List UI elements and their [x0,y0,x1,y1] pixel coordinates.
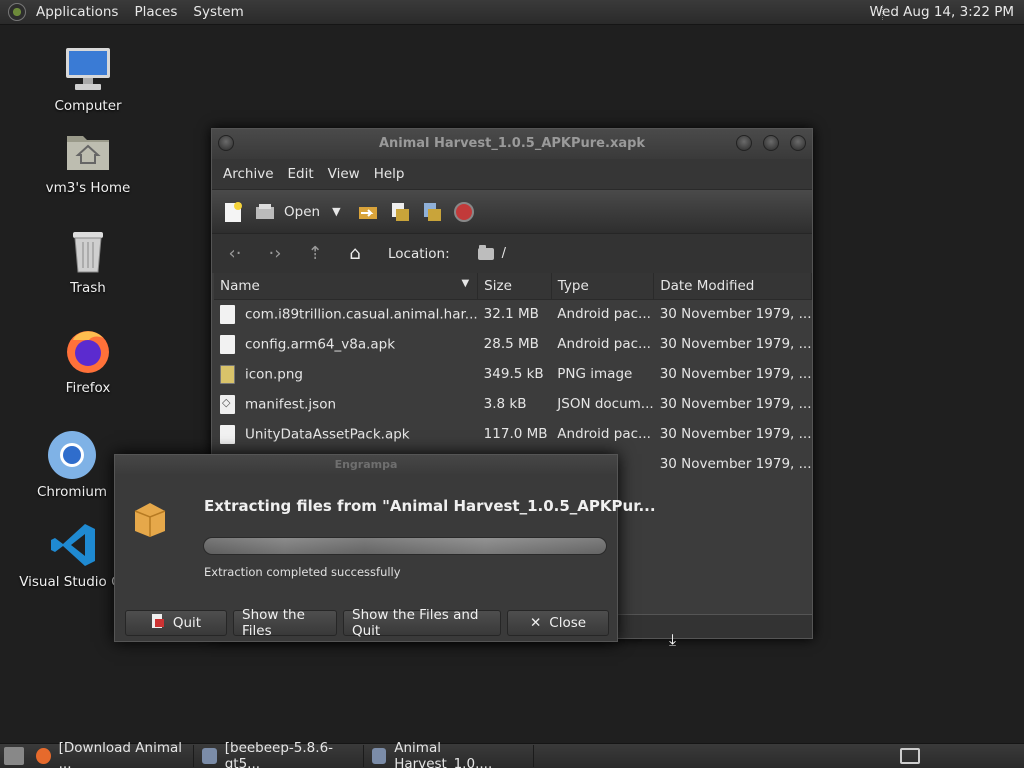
menu-view[interactable]: View [321,166,367,182]
table-row[interactable]: config.arm64_v8a.apk 28.5 MB Android pac… [214,329,812,359]
json-file-icon [220,394,235,414]
package-box-icon [133,499,167,537]
task-animal-harvest[interactable]: Animal Harvest_1.0.... [366,740,534,768]
desktop-icon-label: Computer [54,98,122,114]
quit-icon [151,613,165,633]
image-file-icon [220,364,235,384]
menu-system[interactable]: System [185,4,251,20]
chevron-down-icon[interactable]: ▼ [332,205,340,218]
desktop-icon-home[interactable]: vm3's Home [33,126,143,196]
close-icon: ✕ [529,615,542,631]
column-size[interactable]: Size [477,273,552,300]
table-row[interactable]: manifest.json 3.8 kB JSON docum... 30 No… [214,389,812,419]
desktop-icon-computer[interactable]: Computer [33,44,143,114]
column-name[interactable]: Name ▼ [214,273,479,300]
monitor-icon [63,44,113,94]
desktop-icon-firefox[interactable]: Firefox [33,326,143,396]
location-bar: ‹· ·› ⇡ ⌂ Location: / [212,233,812,273]
taskbar: [Download Animal ... [beebeep-5.8.6-qt5.… [0,740,1024,768]
extraction-dialog: Engrampa Extracting files from "Animal H… [114,454,656,642]
close-button[interactable]: ✕ Close [507,610,609,636]
menu-archive[interactable]: Archive [216,166,281,182]
mate-logo-icon[interactable] [8,3,26,21]
table-row[interactable]: com.i89trillion.casual.animal.har... 32.… [214,299,812,329]
dialog-title[interactable]: Engrampa [115,455,617,475]
task-firefox[interactable]: [Download Animal ... [30,740,194,768]
vscode-icon [49,520,99,570]
desktop-icon-label: Chromium [36,484,108,500]
minimize-button[interactable] [736,135,752,151]
folder-icon [477,244,494,260]
archive-icon [372,748,387,764]
desktop-icon-vscode[interactable]: Visual Studio Co [19,520,129,590]
window-menu-button[interactable] [218,135,234,151]
firefox-icon [36,748,51,764]
workspace-switcher-icon[interactable] [900,748,920,764]
show-desktop-icon[interactable] [4,747,24,765]
task-beebeep[interactable]: [beebeep-5.8.6-qt5... [196,740,364,768]
desktop-icon-label: Trash [70,280,106,296]
location-label: Location: [388,245,450,262]
menu-help[interactable]: Help [367,166,412,182]
add-files-icon[interactable] [389,201,411,223]
window-title: Animal Harvest_1.0.5_APKPure.xapk [378,136,646,151]
stop-icon[interactable] [453,201,475,223]
menubar: Archive Edit View Help [212,159,812,189]
desktop-icon-chromium[interactable]: Chromium [17,430,127,500]
extract-icon[interactable] [357,201,379,223]
back-icon[interactable]: ‹· [224,243,246,264]
menu-edit[interactable]: Edit [281,166,321,182]
file-icon [220,334,235,354]
maximize-button[interactable] [763,135,779,151]
status-text: Extraction completed successfully [204,565,401,579]
home-icon[interactable]: ⌂ [344,243,366,264]
open-button[interactable]: Open ▼ [254,201,341,223]
trash-icon [63,226,113,276]
progress-bar [203,537,607,555]
sort-down-icon: ▼ [461,277,470,289]
desktop-icon-trash[interactable]: Trash [33,226,143,296]
forward-icon[interactable]: ·› [264,243,286,264]
file-list: Name ▼ Size Type Date Modified com.i89tri… [214,273,812,479]
chromium-icon [47,430,97,480]
show-files-button[interactable]: Show the Files [233,607,337,639]
quit-button[interactable]: Quit [125,610,227,636]
clock[interactable]: Wed Aug 14, 3:22 PM [869,4,1014,20]
menu-applications[interactable]: Applications [28,4,126,20]
cursor-icon: ⤓ [669,630,677,649]
open-label: Open [284,203,321,220]
file-icon [220,304,235,324]
top-panel: Applications Places System Wed Aug 14, 3… [0,0,1024,25]
dialog-heading: Extracting files from "Animal Harvest_1.… [204,497,656,515]
table-row[interactable]: UnityDataAssetPack.apk 117.0 MB Android … [214,419,812,449]
desktop-icon-label: vm3's Home [45,180,131,196]
new-archive-icon[interactable] [222,201,244,223]
window-titlebar[interactable]: Animal Harvest_1.0.5_APKPure.xapk [212,129,812,159]
archive-icon [202,748,217,764]
show-files-and-quit-button[interactable]: Show the Files and Quit [343,607,501,639]
table-row[interactable]: icon.png 349.5 kB PNG image 30 November … [214,359,812,389]
menu-places[interactable]: Places [126,4,185,20]
desktop-icon-label: Firefox [65,380,111,396]
toolbar: Open ▼ [212,189,812,233]
up-icon[interactable]: ⇡ [304,243,326,264]
open-archive-icon [256,203,274,219]
file-icon [220,424,235,444]
close-window-button[interactable] [790,135,806,151]
desktop-icon-label: Visual Studio Co [19,574,129,590]
column-type[interactable]: Type [551,273,655,300]
add-folder-icon[interactable] [421,201,443,223]
location-path[interactable]: / [502,246,506,261]
firefox-icon [63,326,113,376]
column-date[interactable]: Date Modified [653,273,812,300]
home-folder-icon [63,126,113,176]
